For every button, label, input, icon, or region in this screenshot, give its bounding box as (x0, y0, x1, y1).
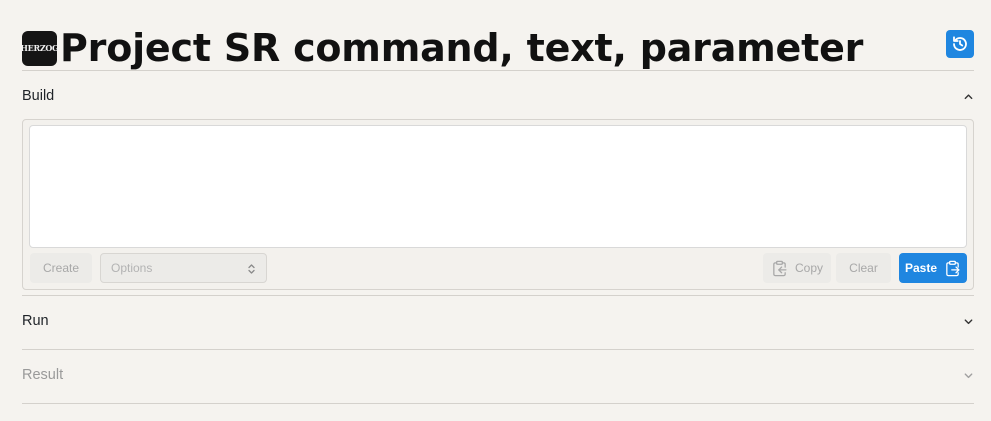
chevron-down-icon (962, 369, 974, 381)
section-build-header[interactable]: Build (22, 86, 974, 106)
page-title: Project SR command, text, parameter (60, 26, 864, 70)
build-toolbar: Create Options Copy Clear Paste (30, 253, 967, 283)
history-reset-icon (953, 36, 967, 51)
options-placeholder: Options (111, 261, 153, 275)
section-result-header[interactable]: Result (22, 365, 974, 385)
logo-text: HERZOG (20, 43, 59, 53)
result-divider (22, 403, 974, 404)
header-divider (22, 70, 974, 71)
reset-button[interactable] (946, 30, 974, 58)
section-result-label: Result (22, 367, 64, 383)
build-divider (22, 295, 974, 296)
chevron-down-icon (962, 315, 974, 327)
command-textarea[interactable] (29, 125, 967, 248)
clear-button[interactable]: Clear (836, 253, 891, 283)
paste-label: Paste (904, 261, 938, 275)
section-run-header[interactable]: Run (22, 311, 974, 331)
run-divider (22, 349, 974, 350)
build-panel: Create Options Copy Clear Paste (22, 119, 974, 290)
section-build-label: Build (22, 88, 55, 104)
options-select[interactable]: Options (100, 253, 267, 283)
herzog-logo: HERZOG (20, 30, 59, 66)
copy-label: Copy (794, 261, 823, 275)
create-button[interactable]: Create (30, 253, 92, 283)
page: HERZOG Project SR command, text, paramet… (0, 0, 991, 421)
paste-button[interactable]: Paste (899, 253, 967, 283)
header: HERZOG Project SR command, text, paramet… (20, 26, 974, 70)
clipboard-copy-icon (771, 260, 788, 277)
chevron-up-icon (962, 90, 974, 102)
copy-button[interactable]: Copy (763, 253, 831, 283)
section-run-label: Run (22, 313, 49, 329)
clipboard-paste-icon (944, 260, 961, 277)
chevron-updown-icon (247, 263, 256, 278)
